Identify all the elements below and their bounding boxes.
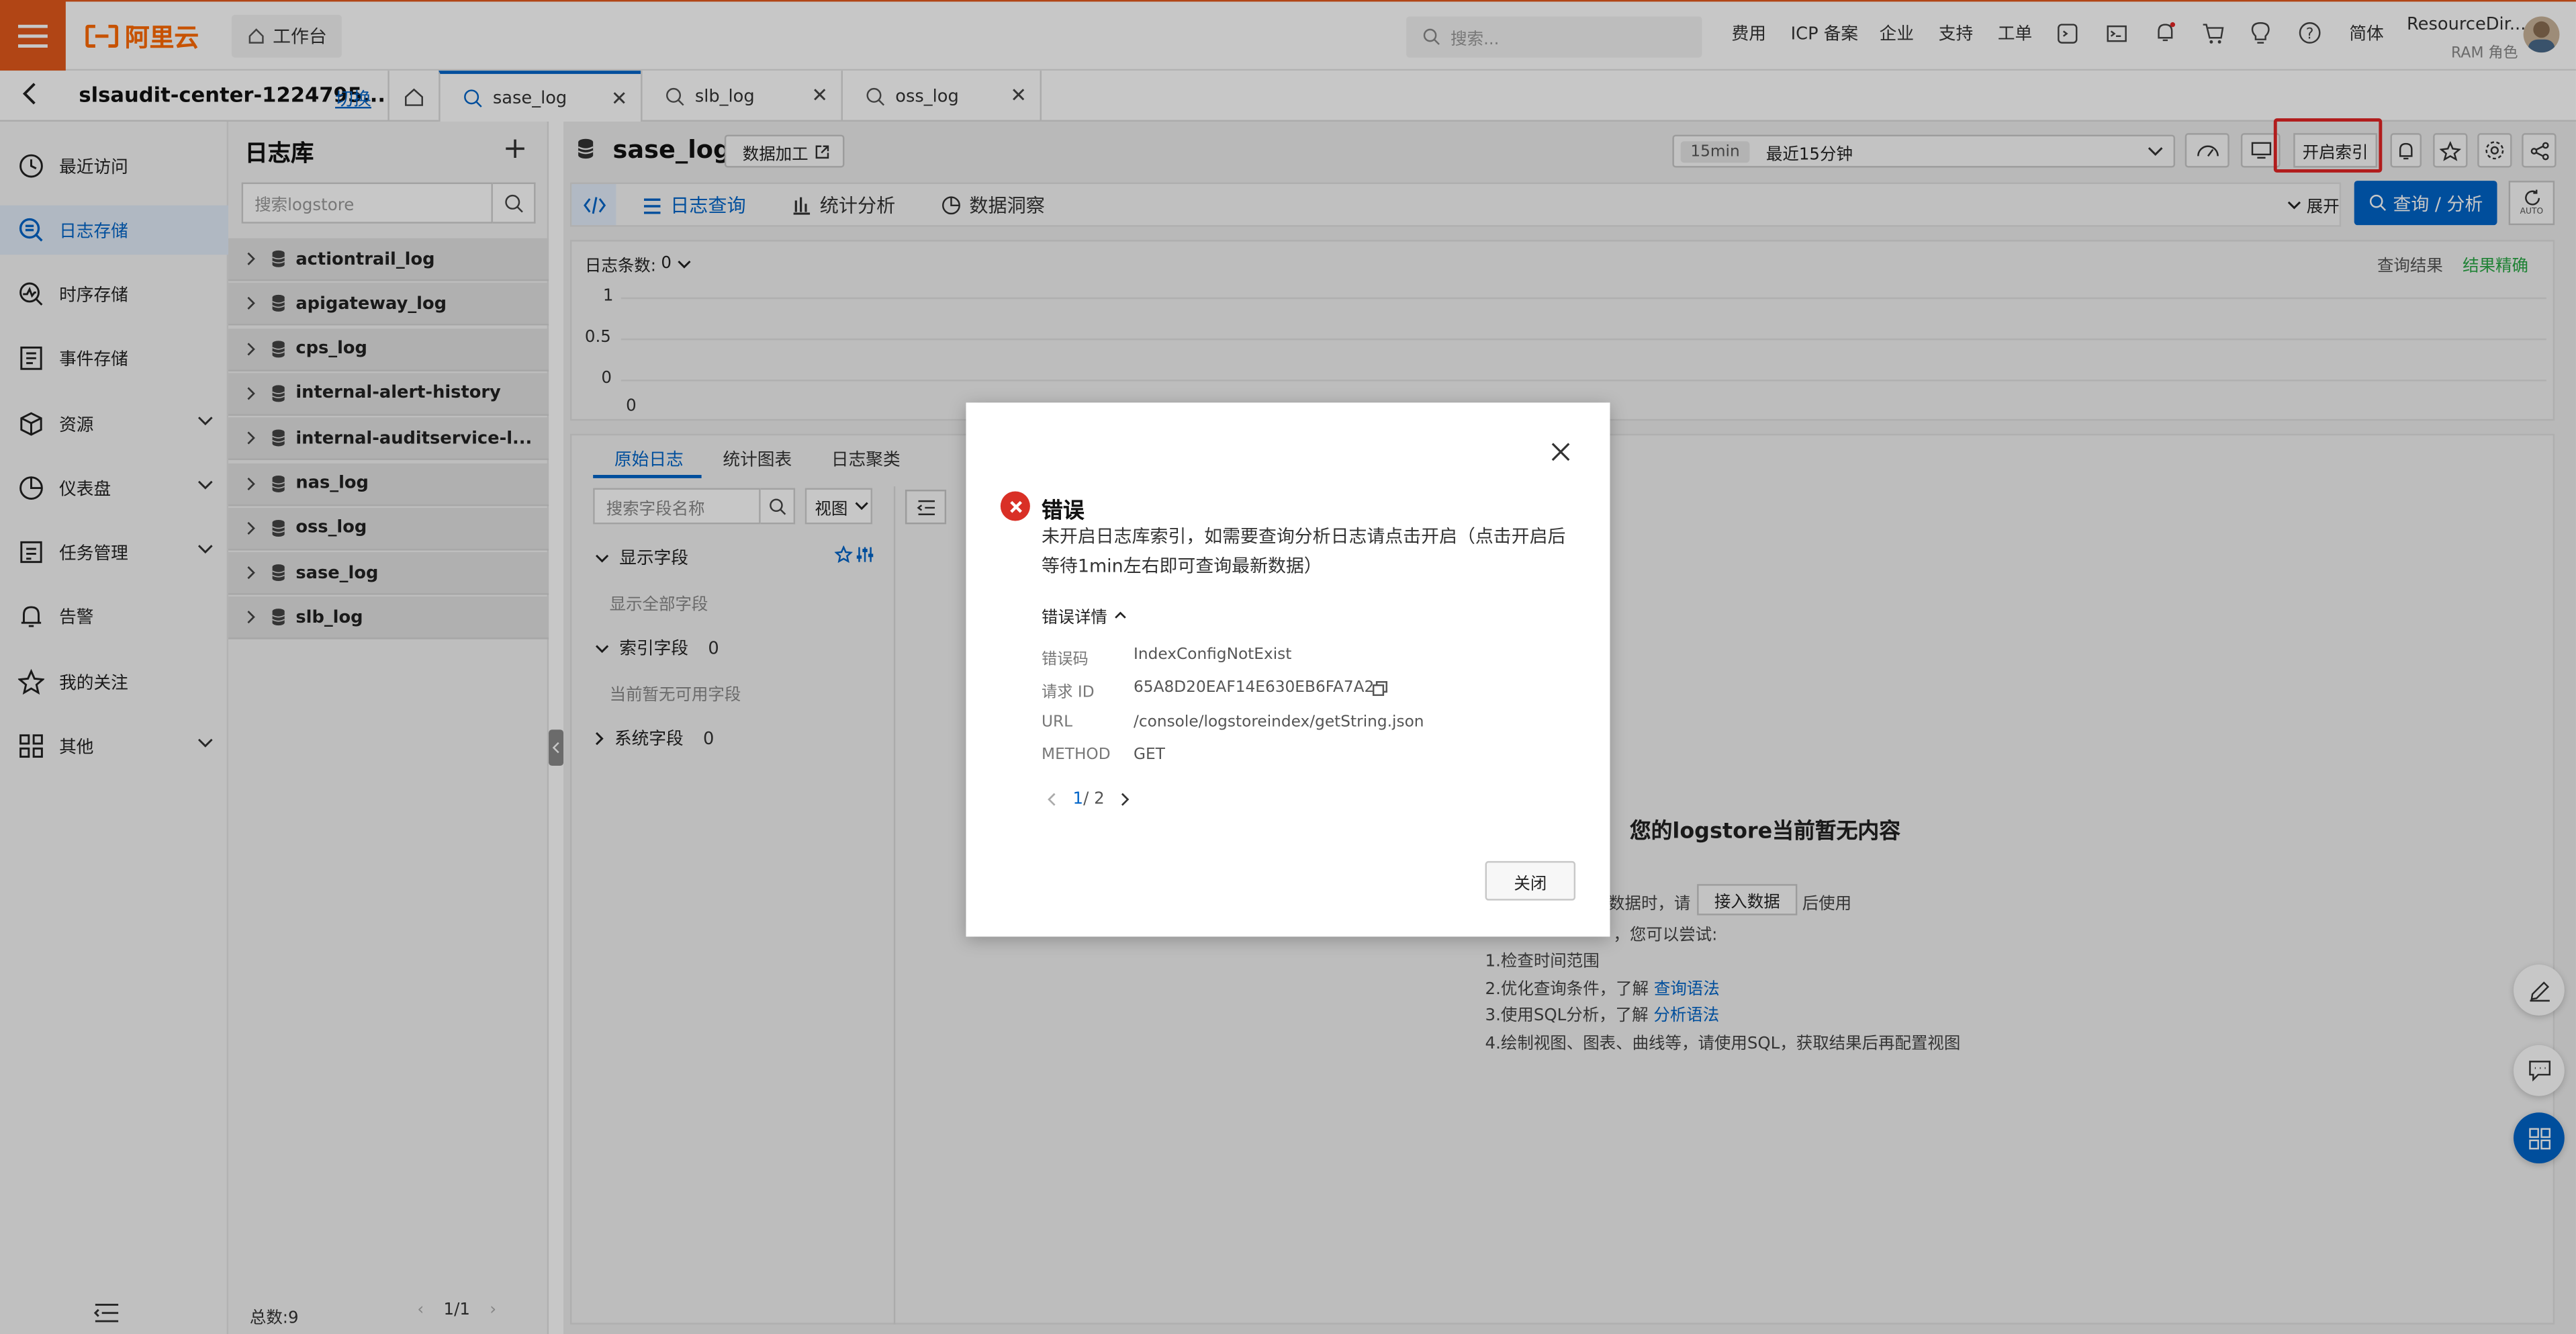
copy-icon[interactable] <box>1372 680 1388 697</box>
close-button-label: 关闭 <box>1514 875 1547 893</box>
dialog-title: 错误 <box>1042 499 1085 525</box>
pager-total: / 2 <box>1083 790 1105 809</box>
detail-value: IndexConfigNotExist <box>1134 646 1292 664</box>
chevron-up-icon <box>1115 611 1126 619</box>
detail-value: /console/logstoreindex/getString.json <box>1134 713 1424 731</box>
detail-key: 错误码 <box>1042 650 1089 669</box>
pager-current: 1 <box>1072 790 1084 809</box>
detail-value: GET <box>1134 746 1165 764</box>
error-details-toggle[interactable]: 错误详情 <box>1042 603 1127 628</box>
detail-key: URL <box>1042 713 1073 731</box>
detail-key: METHOD <box>1042 746 1111 764</box>
detail-value: 65A8D20EAF14E630EB6FA7A2 <box>1134 678 1375 697</box>
chevron-left-icon[interactable] <box>1046 792 1056 807</box>
error-icon <box>1000 491 1030 521</box>
dialog-close-icon[interactable] <box>1548 439 1574 465</box>
error-dialog <box>966 402 1610 937</box>
error-details-label: 错误详情 <box>1042 609 1107 628</box>
dialog-close-button[interactable]: 关闭 <box>1485 860 1576 901</box>
detail-key: 请求 ID <box>1042 683 1095 702</box>
chevron-right-icon[interactable] <box>1121 792 1131 807</box>
dialog-message: 未开启日志库索引，如需要查询分析日志请点击开启（点击开启后等待1min左右即可查… <box>1042 525 1566 577</box>
error-pager: 1/ 2 <box>1046 791 1130 809</box>
